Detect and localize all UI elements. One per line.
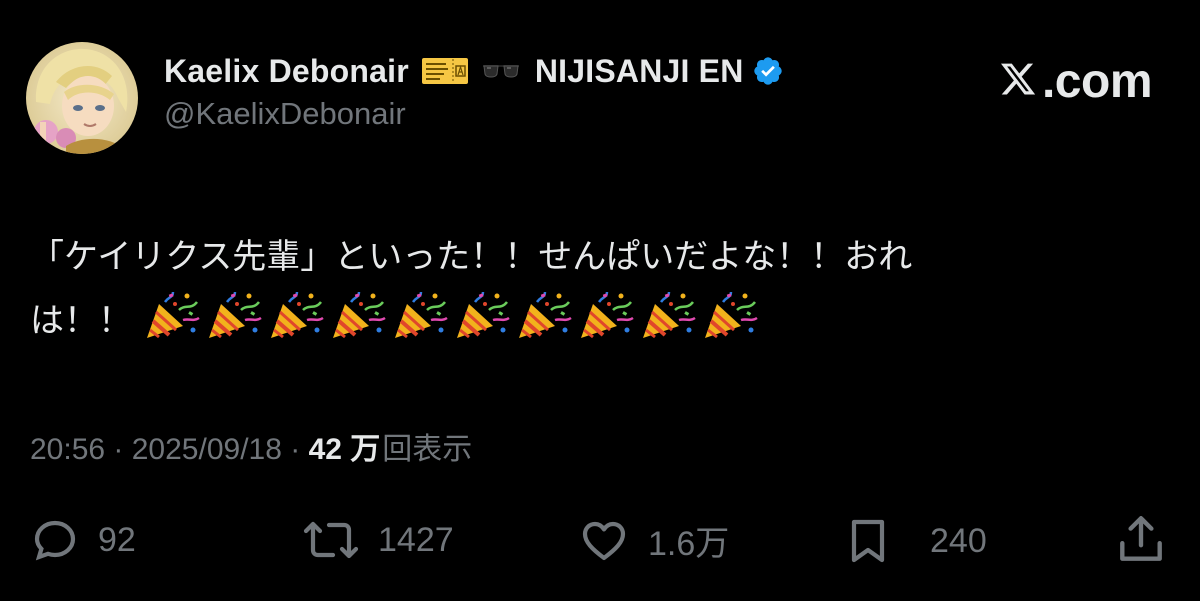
ticket-icon <box>421 56 469 86</box>
author-name-suffix: NIJISANJI EN <box>534 52 744 89</box>
bookmark-icon <box>848 516 888 566</box>
tweet-text-line-1: 「ケイリクス先輩」といった！！せんぱいだよな！！おれ <box>30 237 913 277</box>
repost-count: 1427 <box>378 520 454 559</box>
party-popper-icon <box>391 290 449 361</box>
like-count: 1.6万 <box>648 525 730 563</box>
repost-icon <box>302 516 360 564</box>
meta-separator-2: · <box>281 433 309 466</box>
party-popper-icon <box>205 290 263 361</box>
meta-separator-1: · <box>105 433 132 466</box>
author-name-row: Kaelix Debonair NIJISANJI EN <box>164 50 784 92</box>
verified-badge-icon[interactable] <box>752 55 784 87</box>
bookmark-count: 240 <box>930 521 987 560</box>
share-button[interactable] <box>1116 512 1166 566</box>
party-popper-icon <box>453 290 511 361</box>
reply-count: 92 <box>98 520 136 559</box>
x-logo-icon <box>998 60 1038 103</box>
tweet-meta: 20:56 · 2025/09/18 · 42 万 回表示 <box>30 424 472 468</box>
tweet-text: 「ケイリクス先輩」といった！！せんぱいだよな！！おれ は！！ <box>30 225 1030 361</box>
tweet-date[interactable]: 2025/09/18 <box>132 433 282 467</box>
reply-button[interactable]: 92 <box>30 516 136 564</box>
author-handle[interactable]: @KaelixDebonair <box>164 96 784 132</box>
x-com-text: .com <box>1041 55 1153 108</box>
heart-icon <box>578 517 630 565</box>
action-bar: 92 1427 1.6万 240 <box>0 512 1200 568</box>
tweet-time[interactable]: 20:56 <box>30 433 105 467</box>
party-popper-icon <box>143 290 201 361</box>
party-popper-icon <box>267 290 325 361</box>
share-icon <box>1116 512 1166 566</box>
views-label: 回表示 <box>382 433 473 466</box>
reply-icon <box>30 516 80 564</box>
party-popper-emoji-row <box>143 291 763 341</box>
repost-button[interactable]: 1427 <box>302 516 454 564</box>
author-header: Kaelix Debonair NIJISANJI EN @KaelixDebo… <box>164 50 784 132</box>
party-popper-icon <box>577 290 635 361</box>
avatar-image <box>26 42 138 154</box>
views-count[interactable]: 42 万 <box>309 424 381 468</box>
tweet-text-line-2-prefix: は！！ <box>30 301 132 341</box>
party-popper-icon <box>329 290 387 361</box>
bookmark-button[interactable]: 240 <box>848 516 987 566</box>
avatar[interactable] <box>26 42 138 154</box>
tweet-text-line-2: は！！ <box>30 289 1030 361</box>
author-display-name[interactable]: Kaelix Debonair <box>164 53 409 90</box>
party-popper-icon <box>515 290 573 361</box>
party-popper-icon <box>701 290 759 361</box>
like-button[interactable]: 1.6万 <box>578 516 729 565</box>
sunglasses-icon <box>481 61 521 81</box>
x-com-brand[interactable]: .com <box>998 54 1153 109</box>
party-popper-icon <box>639 290 697 361</box>
